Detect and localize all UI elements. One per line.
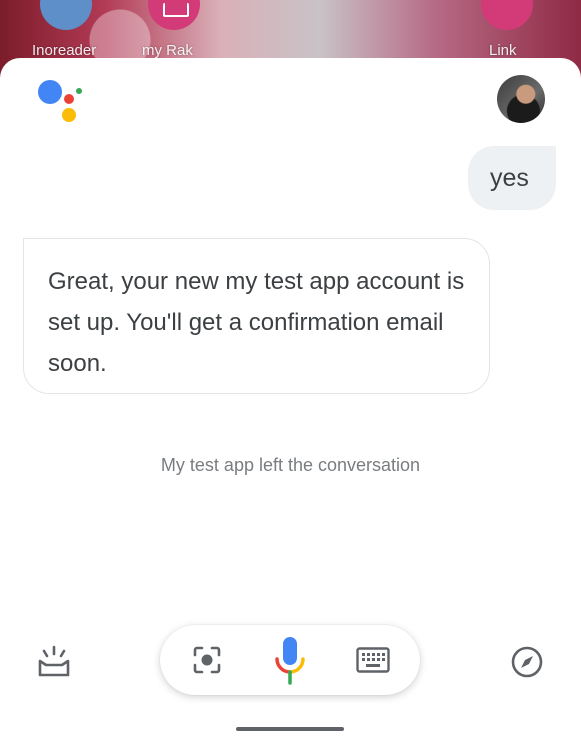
compass-icon[interactable]	[510, 645, 544, 679]
user-message-bubble: yes	[468, 146, 556, 210]
assistant-message-bubble: Great, your new my test app account is s…	[23, 238, 490, 394]
assistant-message-text: Great, your new my test app account is s…	[48, 268, 465, 377]
inoreader-app-icon	[40, 0, 92, 30]
user-message-text: yes	[490, 164, 529, 192]
home-indicator[interactable]	[236, 727, 344, 731]
link-app-label: Link	[489, 42, 517, 59]
lens-icon[interactable]	[192, 645, 222, 675]
mic-icon[interactable]	[272, 637, 308, 685]
input-pill	[160, 625, 420, 695]
link-app-icon	[481, 0, 533, 30]
my-rak-app-label: my Rak	[142, 42, 193, 59]
google-assistant-logo-icon	[36, 78, 86, 124]
keyboard-icon[interactable]	[356, 647, 390, 673]
inoreader-app-label: Inoreader	[32, 42, 97, 59]
assistant-sheet: yes Great, your new my test app account …	[0, 58, 581, 739]
snapshot-icon[interactable]	[36, 643, 72, 679]
account-avatar[interactable]	[497, 75, 545, 123]
conversation-status: My test app left the conversation	[160, 455, 421, 475]
my-rak-app-icon	[148, 0, 200, 30]
